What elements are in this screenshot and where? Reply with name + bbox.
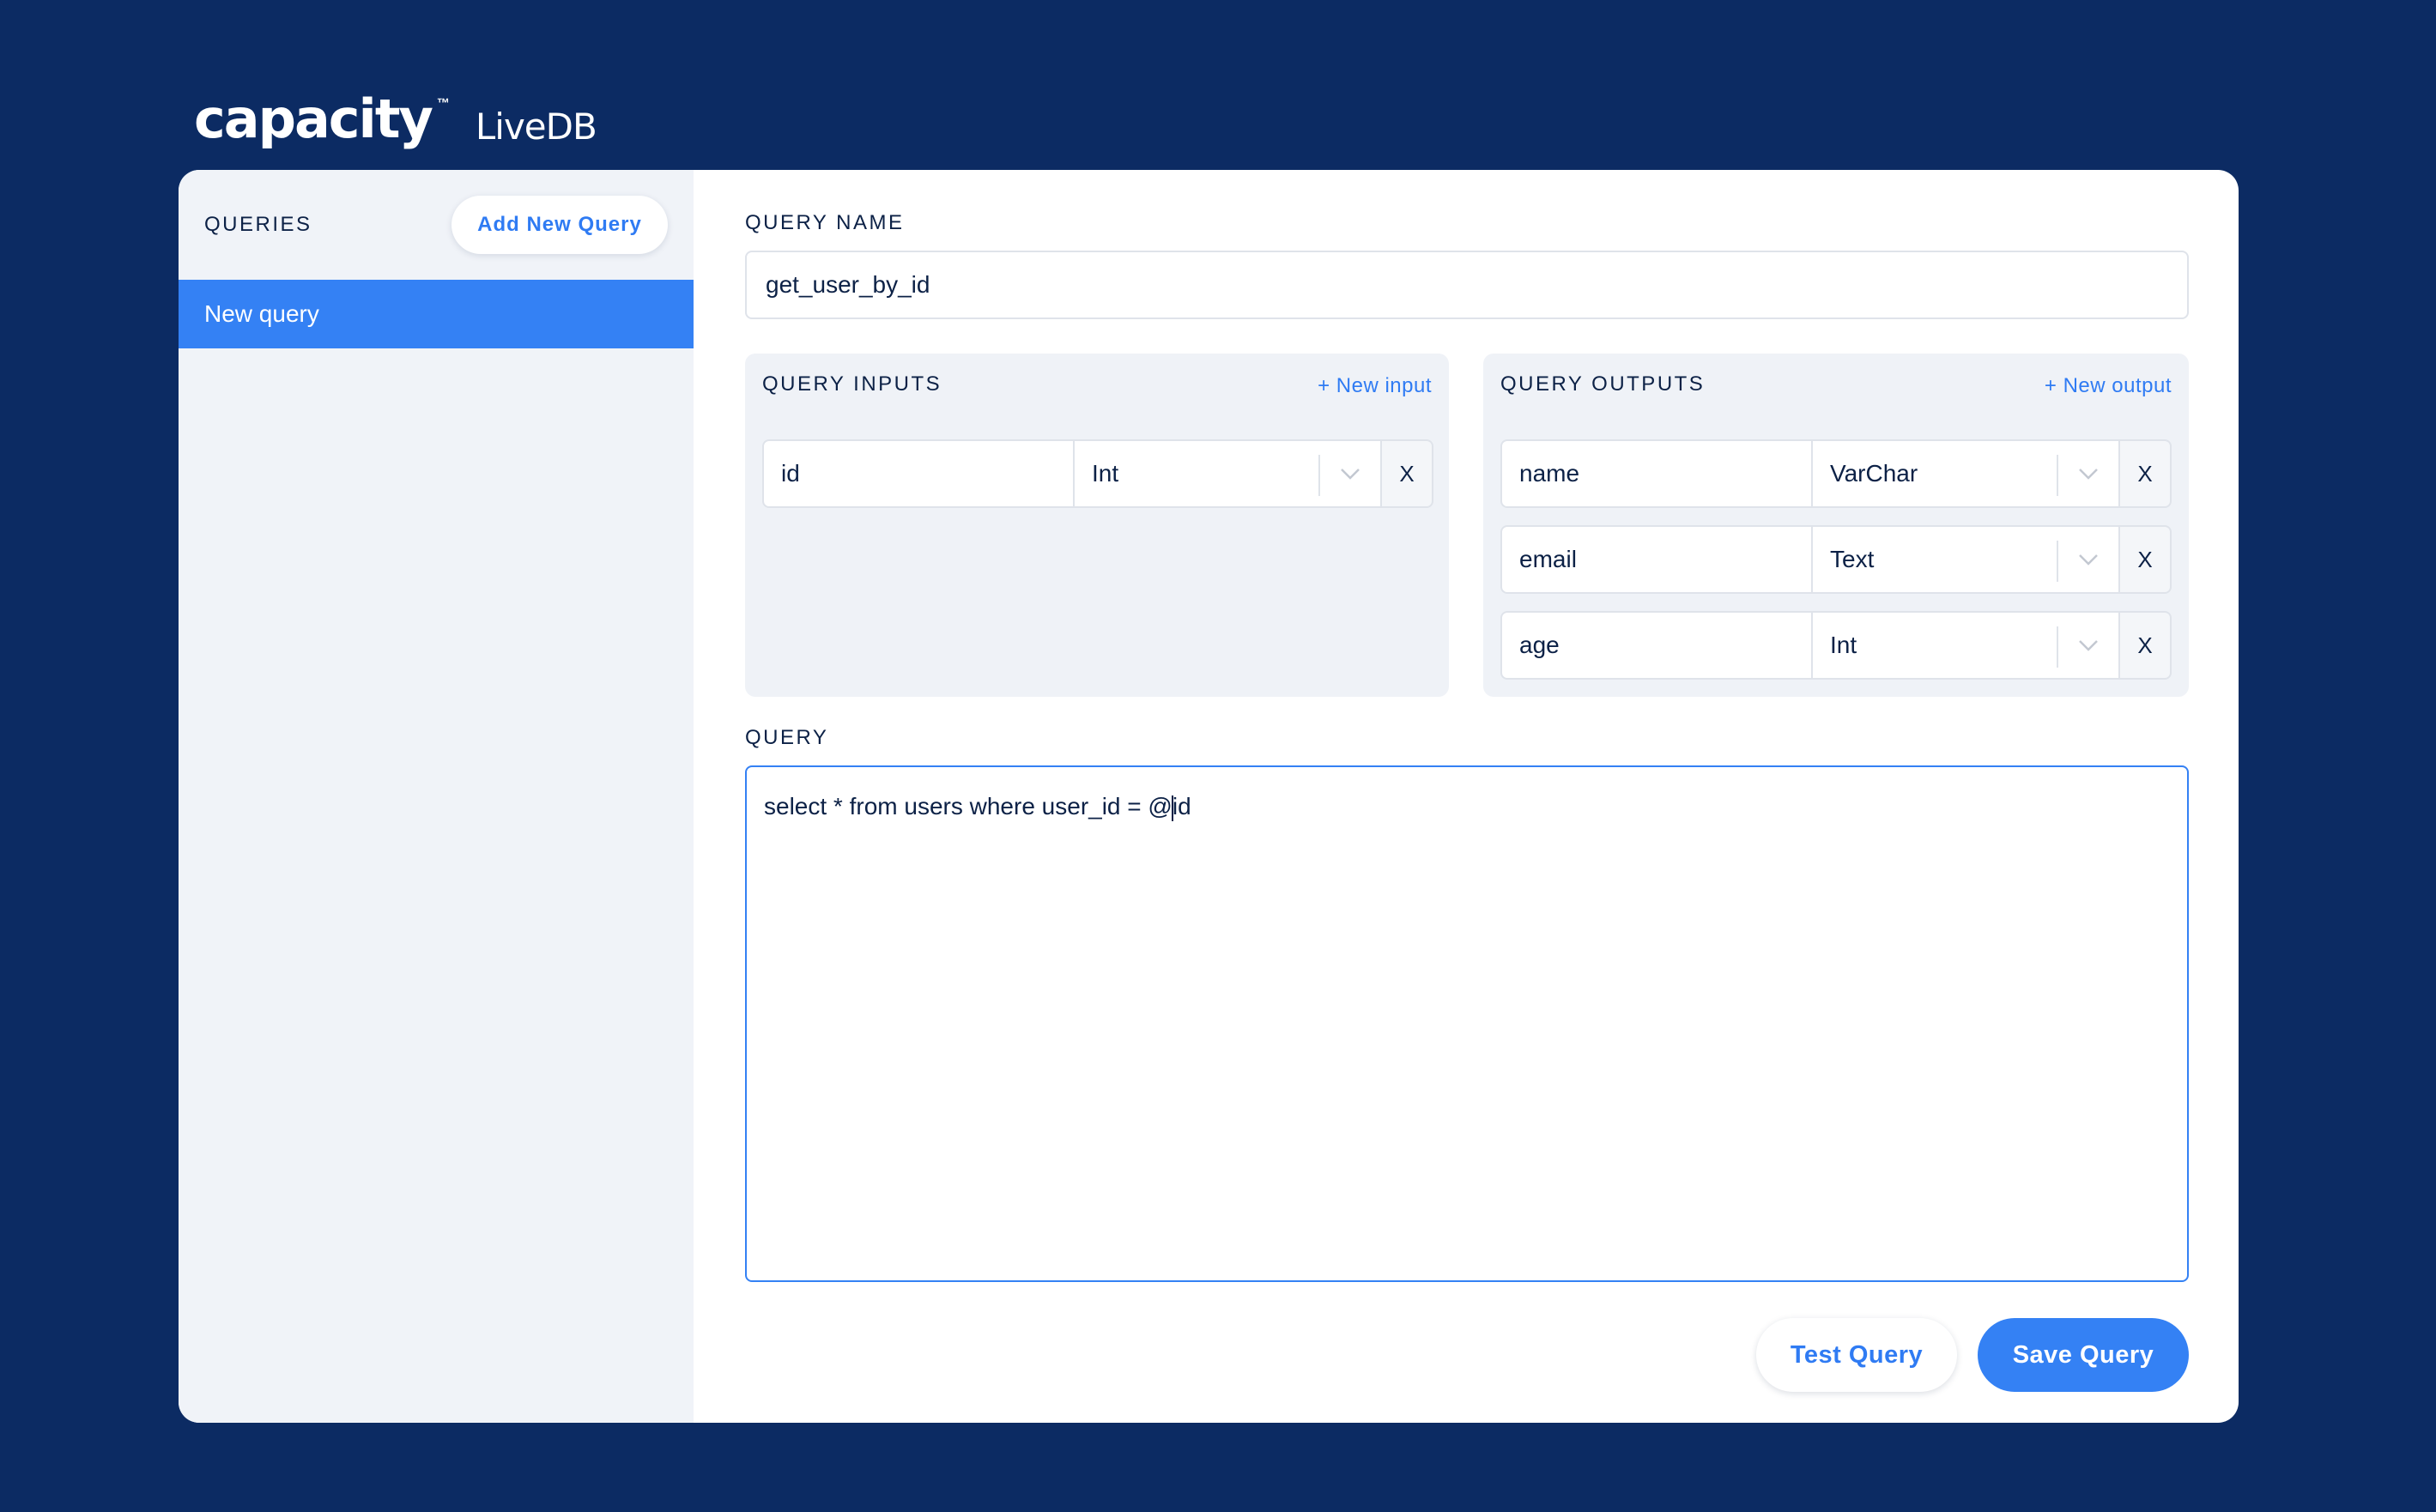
save-query-button[interactable]: Save Query — [1978, 1318, 2189, 1392]
brand-logo: capacity ™ LiveDB — [194, 93, 597, 146]
remove-input-button[interactable]: X — [1382, 439, 1433, 508]
query-name-input[interactable]: get_user_by_id — [745, 251, 2189, 319]
app-card: QUERIES Add New Query New query QUERY NA… — [179, 170, 2239, 1423]
output-type-value: Int — [1830, 632, 1857, 658]
add-new-query-button[interactable]: Add New Query — [451, 196, 668, 254]
remove-output-button[interactable]: X — [2120, 611, 2172, 680]
chevron-down-icon[interactable] — [2077, 465, 2100, 482]
input-type-value: Int — [1092, 460, 1119, 487]
output-type-select[interactable]: Int — [1811, 611, 2120, 680]
output-name-field[interactable]: age — [1500, 611, 1811, 680]
select-divider — [2057, 455, 2058, 496]
new-input-link[interactable]: + New input — [1318, 374, 1432, 398]
query-inputs-label: QUERY INPUTS — [762, 372, 942, 396]
query-name-label: QUERY NAME — [745, 211, 905, 234]
output-type-select[interactable]: VarChar — [1811, 439, 2120, 508]
sidebar-title: QUERIES — [204, 213, 312, 236]
sidebar-header: QUERIES Add New Query — [179, 170, 694, 280]
output-name-field[interactable]: name — [1500, 439, 1811, 508]
query-label: QUERY — [745, 726, 829, 749]
query-editor: QUERY NAME get_user_by_id QUERY INPUTS +… — [694, 170, 2239, 1423]
remove-output-button[interactable]: X — [2120, 525, 2172, 594]
brand-name: capacity — [194, 88, 433, 150]
sidebar-item-new-query[interactable]: New query — [179, 280, 694, 348]
select-divider — [2057, 626, 2058, 668]
input-type-select[interactable]: Int — [1073, 439, 1382, 508]
output-type-value: VarChar — [1830, 460, 1918, 487]
remove-output-button[interactable]: X — [2120, 439, 2172, 508]
input-row: id Int X — [762, 439, 1433, 508]
chevron-down-icon[interactable] — [1339, 465, 1361, 482]
output-type-value: Text — [1830, 546, 1875, 572]
query-inputs-panel: QUERY INPUTS + New input id Int X — [745, 354, 1449, 697]
query-textarea[interactable]: select * from users where user_id = @id — [745, 765, 2189, 1282]
output-row: age Int X — [1500, 611, 2172, 680]
chevron-down-icon[interactable] — [2077, 551, 2100, 568]
output-row: name VarChar X — [1500, 439, 2172, 508]
query-text-tail: id — [1172, 793, 1191, 820]
input-name-field[interactable]: id — [762, 439, 1073, 508]
brand-trademark: ™ — [436, 96, 450, 111]
select-divider — [1318, 455, 1320, 496]
output-type-select[interactable]: Text — [1811, 525, 2120, 594]
query-text: select * from users where user_id = @ — [764, 793, 1173, 820]
test-query-button[interactable]: Test Query — [1756, 1318, 1957, 1392]
output-name-field[interactable]: email — [1500, 525, 1811, 594]
query-outputs-label: QUERY OUTPUTS — [1500, 372, 1706, 396]
query-outputs-panel: QUERY OUTPUTS + New output name VarChar … — [1483, 354, 2189, 697]
sidebar-item-label: New query — [204, 300, 319, 327]
select-divider — [2057, 541, 2058, 582]
chevron-down-icon[interactable] — [2077, 637, 2100, 654]
new-output-link[interactable]: + New output — [2045, 374, 2172, 398]
queries-sidebar: QUERIES Add New Query New query — [179, 170, 694, 1423]
product-name: LiveDB — [475, 105, 597, 148]
output-row: email Text X — [1500, 525, 2172, 594]
